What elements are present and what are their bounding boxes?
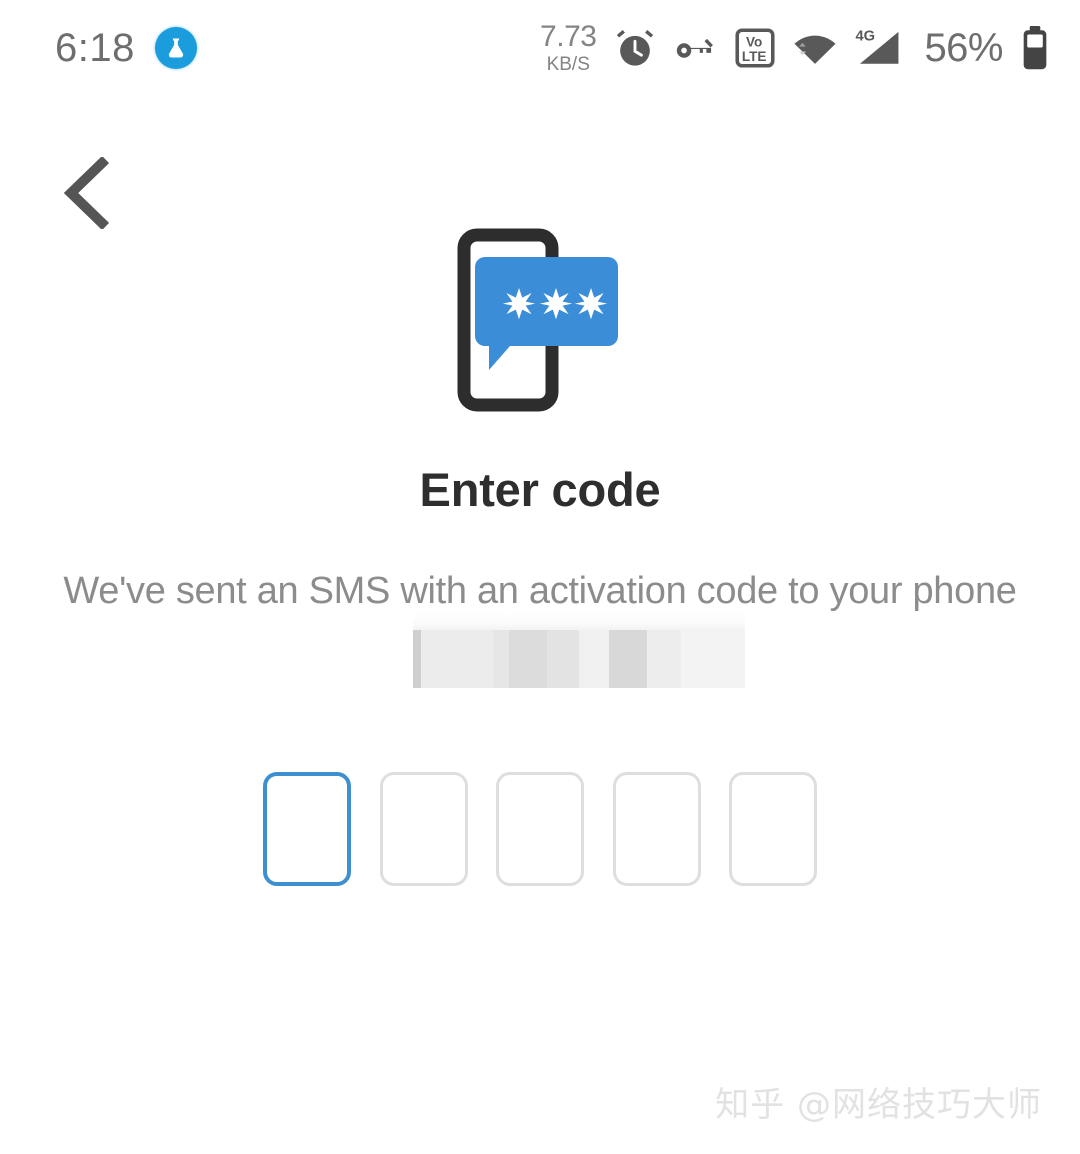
code-digit-box-2[interactable]	[379, 772, 468, 886]
subtitle-text: We've sent an SMS with an activation cod…	[63, 570, 1017, 612]
wifi-icon	[792, 28, 838, 68]
status-bar-right: 7.73 KB/S Vo LTE 4G 56%	[540, 22, 1050, 74]
code-digit-box-1[interactable]	[263, 772, 351, 886]
page-title: Enter code	[419, 463, 661, 516]
network-speed-indicator: 7.73 KB/S	[540, 20, 597, 75]
watermark: 知乎 @网络技巧大师	[715, 1085, 1042, 1125]
svg-text:LTE: LTE	[742, 49, 767, 64]
flask-icon	[154, 27, 197, 69]
status-bar-clock: 6:18	[55, 26, 135, 70]
code-digit-box-5[interactable]	[729, 772, 817, 886]
battery-icon	[1020, 25, 1050, 71]
verification-code-input-group[interactable]	[263, 772, 817, 888]
vpn-key-icon	[674, 31, 718, 65]
svg-text:4G: 4G	[856, 29, 876, 45]
volte-icon: Vo LTE	[735, 27, 775, 69]
status-bar-left: 6:18	[55, 27, 197, 69]
code-digit-box-3[interactable]	[496, 772, 584, 886]
cellular-4g-icon: 4G	[855, 26, 903, 70]
svg-text:Vo: Vo	[746, 34, 762, 49]
network-speed-unit: KB/S	[546, 54, 590, 75]
network-speed-value: 7.73	[540, 20, 597, 53]
status-bar: 6:18 7.73 KB/S Vo LTE 4G 56%	[0, 0, 1080, 96]
alarm-clock-icon	[613, 26, 657, 70]
phone-sms-code-icon	[455, 228, 630, 413]
phone-number-label: +86	[508, 626, 572, 668]
back-button[interactable]	[42, 152, 134, 238]
battery-percentage-label: 56%	[924, 26, 1003, 70]
code-digit-box-4[interactable]	[612, 772, 701, 886]
chevron-left-icon	[58, 155, 118, 234]
